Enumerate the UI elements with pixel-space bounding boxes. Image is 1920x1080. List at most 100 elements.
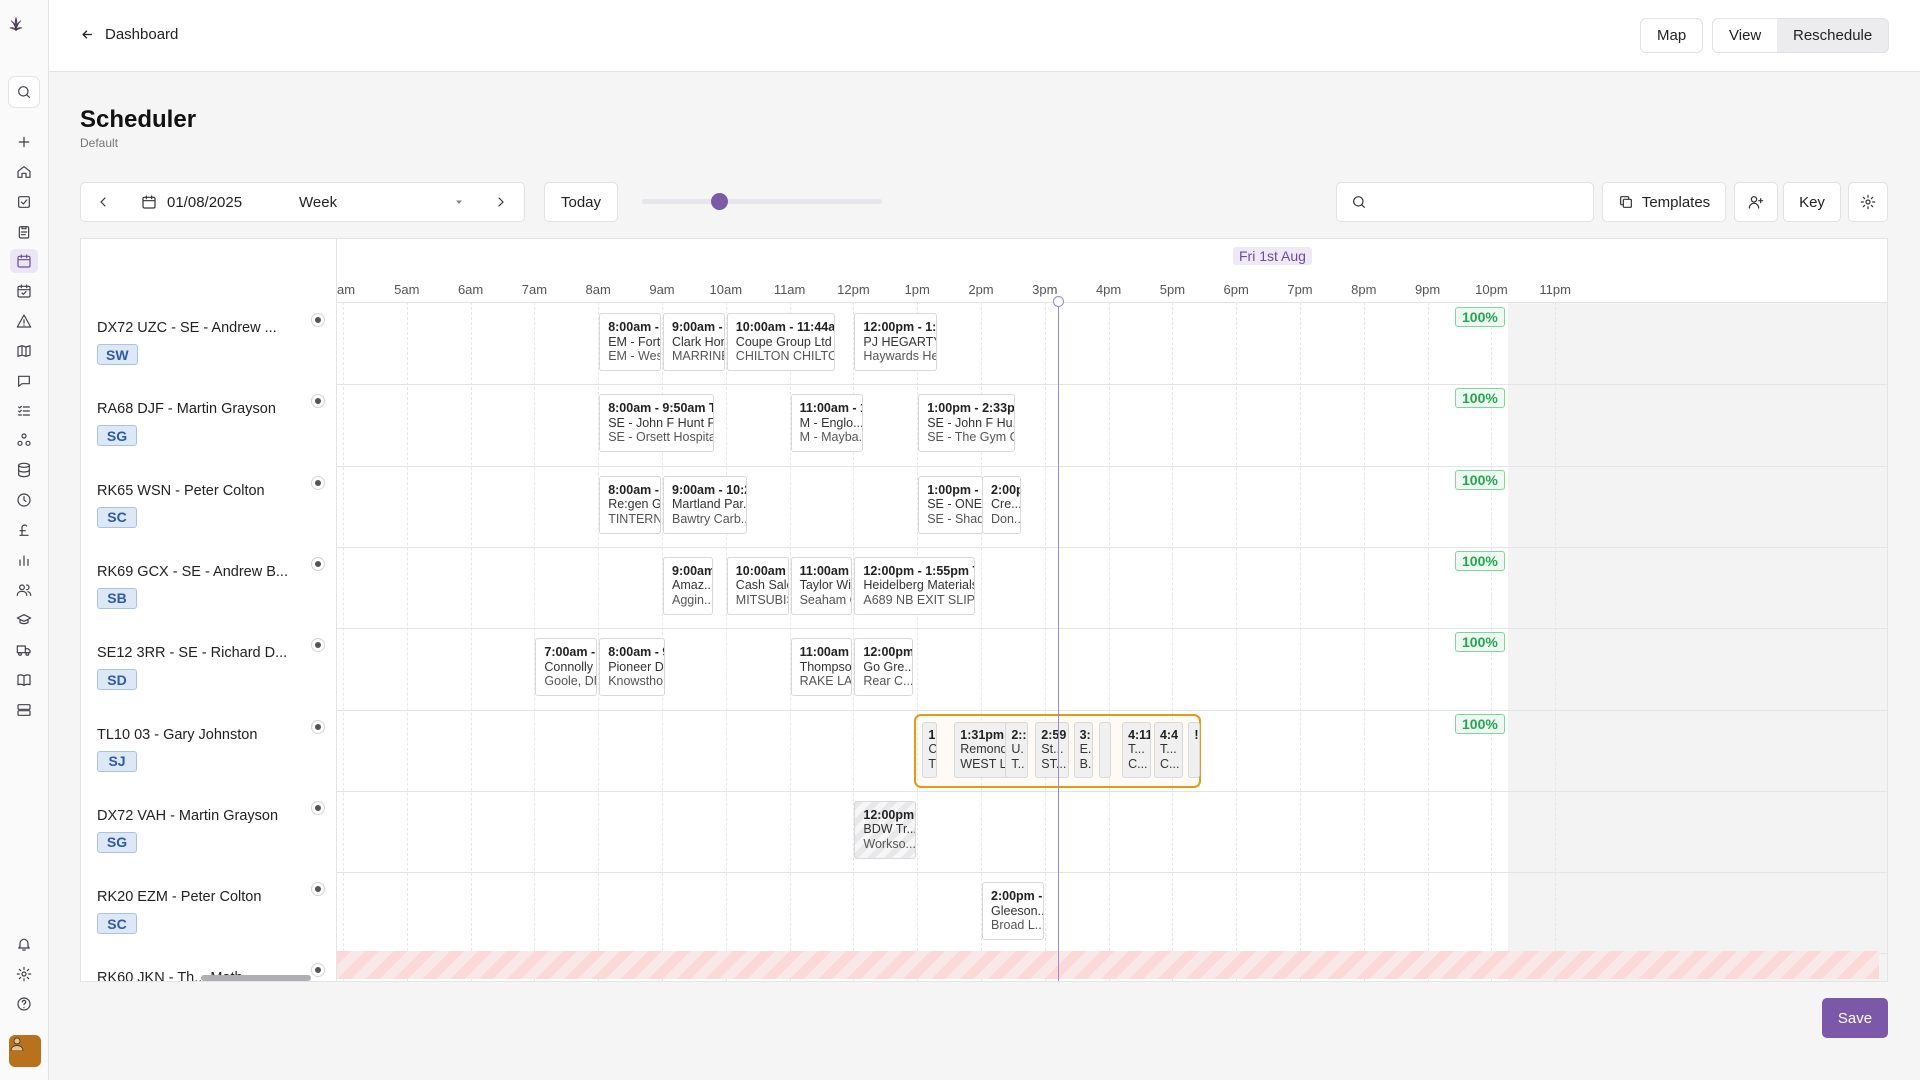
view-button[interactable]: View (1712, 18, 1779, 53)
gear-icon (1860, 194, 1876, 210)
bell-icon[interactable] (10, 932, 38, 956)
job-card[interactable]: 2:59 St... ST... (1035, 721, 1070, 778)
calendar-icon[interactable] (10, 249, 38, 273)
job-card[interactable]: 4:4 T... C... (1153, 721, 1183, 778)
resource-name[interactable]: RK65 WSN - Peter Colton (97, 483, 265, 499)
job-card[interactable]: 10:00am - 11Cash Sale ...MITSUBIS... (726, 556, 789, 615)
graduation-icon[interactable] (10, 608, 38, 632)
resource-name[interactable]: RK69 GCX - SE - Andrew B... (97, 564, 288, 580)
job-card[interactable]: ! (1188, 721, 1201, 778)
job-card[interactable]: 12:00pm - BDW Tr... Workso... (854, 800, 917, 859)
resource-name[interactable]: DX72 VAH - Martin Grayson (97, 808, 278, 824)
chat-icon[interactable] (10, 369, 38, 393)
job-line-l2: PJ HEGARTY... (863, 334, 936, 349)
job-line-l2: EM - Fortica (608, 334, 661, 349)
zoom-slider[interactable] (642, 199, 882, 204)
calendar-check-icon[interactable] (10, 279, 38, 303)
zoom-slider-handle[interactable] (710, 193, 728, 210)
users-icon[interactable] (10, 578, 38, 602)
map-button[interactable]: Map (1640, 18, 1704, 53)
home-icon[interactable] (10, 160, 38, 184)
help-icon[interactable] (10, 992, 38, 1016)
server-icon[interactable] (10, 698, 38, 722)
brand-logo-icon[interactable] (8, 16, 40, 56)
reschedule-button[interactable]: Reschedule (1777, 18, 1890, 53)
job-line-l2: Pioneer D... (608, 659, 664, 674)
job-card[interactable]: 10:00am - 11:44amCoupe Group Ltd -...CHI… (726, 313, 836, 371)
resource-status-dot-icon[interactable] (311, 313, 325, 327)
resource-status-dot-icon[interactable] (311, 475, 325, 490)
tasks-icon[interactable] (10, 190, 38, 214)
database-icon[interactable] (10, 458, 38, 482)
network-icon[interactable] (10, 428, 38, 452)
map-icon[interactable] (10, 339, 38, 363)
job-card[interactable]: 1:00pm - 2:33pmSE - John F Hu...SE - The… (918, 394, 1016, 453)
add-icon[interactable] (10, 130, 38, 154)
resource-initials-badge: SG (97, 425, 137, 447)
user-avatar[interactable] (9, 1035, 41, 1067)
job-line-l1: 8:00am - 9: (608, 645, 664, 660)
today-button[interactable]: Today (544, 182, 618, 222)
assign-user-button[interactable] (1734, 182, 1778, 222)
clipboard-icon[interactable] (10, 220, 38, 244)
job-card[interactable]: 9:00am Amaz... Aggin... (663, 556, 714, 615)
hour-label: 8pm (1351, 282, 1377, 297)
search-field[interactable] (1336, 182, 1594, 222)
job-card[interactable]: 12:00pm Go Gre... Rear C... (854, 638, 913, 697)
resource-name[interactable]: RK20 EZM - Peter Colton (97, 889, 261, 905)
job-line-l3: Workso... (863, 836, 916, 851)
job-line-l1: 10:00am - 11 (735, 563, 788, 578)
settings-button[interactable] (1848, 182, 1888, 222)
scheduler-grid[interactable]: Fri 1st Aug am 5am 6am 7am 8am 9am 10am 11am 12p… (80, 238, 1888, 982)
job-card[interactable]: 8:00am - 9:Pioneer D...Knowstho... (599, 638, 665, 697)
key-button[interactable]: Key (1783, 182, 1841, 222)
resource-name[interactable]: DX72 UZC - SE - Andrew ... (97, 320, 277, 336)
job-card[interactable]: 8:00am - 9:Re:gen GrouTINTERN RO (599, 475, 661, 534)
global-search-button[interactable] (8, 76, 40, 108)
job-card[interactable]: 11:00am - 12Taylor Wi...Seaham C... (790, 556, 853, 615)
job-card[interactable]: 9:00am - 10:21Martland Par...Bawtry Carb… (663, 475, 748, 534)
job-card[interactable]: 7:00am - 8:Connolly BroGoole, DN14 (535, 638, 598, 697)
resource-name[interactable]: SE12 3RR - SE - Richard D... (97, 645, 287, 661)
job-card[interactable]: 2:: U. T.. (1005, 721, 1028, 778)
job-card[interactable]: 11:00am - 12M - Englo...M - Mayba... (790, 394, 864, 453)
prev-period-button[interactable] (80, 182, 126, 222)
job-card[interactable]: 12:00pm - 1:55pm TasHeidelberg Materials… (854, 556, 975, 615)
resource-status-dot-icon[interactable] (311, 882, 325, 897)
resource-status-dot-icon[interactable] (311, 556, 325, 571)
templates-button[interactable]: Templates (1602, 182, 1726, 222)
range-select[interactable]: Week (286, 182, 478, 222)
job-line-l1: 12:00pm - (863, 807, 917, 822)
resource-name[interactable]: RA68 DJF - Martin Grayson (97, 401, 276, 417)
job-card[interactable]: 8:00am - 9:50am Ta:SE - John F Hunt P...… (599, 394, 714, 453)
next-period-button[interactable] (477, 182, 525, 222)
job-card[interactable]: 12:00pm - 1:21pPJ HEGARTY...Haywards He.… (854, 313, 938, 371)
job-card[interactable]: 11:00am - 1:Thompso...RAKE LA... (790, 638, 853, 697)
save-button[interactable]: Save (1822, 998, 1888, 1038)
list-check-icon[interactable] (10, 399, 38, 423)
resource-name[interactable]: TL10 03 - Gary Johnston (97, 727, 257, 743)
job-card[interactable]: 3: E. B. (1073, 721, 1093, 778)
horizontal-scrollbar[interactable] (201, 975, 311, 981)
job-card[interactable]: 2:00p Cre... Don... (982, 475, 1022, 534)
job-card[interactable] (1099, 721, 1112, 778)
pound-icon[interactable] (10, 518, 38, 542)
book-icon[interactable] (10, 668, 38, 692)
job-card[interactable]: 2:00pm - :Gleeson...Broad L... (982, 882, 1044, 941)
job-card[interactable]: 1CT (922, 721, 937, 778)
truck-icon[interactable] (10, 638, 38, 662)
job-card[interactable]: 8:00am - 9:EM - ForticaEM - West A (599, 313, 661, 371)
date-picker[interactable]: 01/08/2025 (125, 182, 287, 222)
job-line-l1: 9:00am - 10 (672, 320, 724, 334)
job-card[interactable]: 1:00pm - 2:0SE - ONE...SE - Shad... (918, 475, 984, 534)
back-to-dashboard-link[interactable]: Dashboard (80, 26, 178, 43)
job-card[interactable]: 4:11 T... C... (1122, 721, 1151, 778)
resource-status-dot-icon[interactable] (311, 719, 325, 734)
warning-icon[interactable] (10, 309, 38, 333)
resource-status-dot-icon[interactable] (311, 800, 325, 815)
user-plus-icon (1748, 196, 1764, 209)
gear-icon[interactable] (10, 962, 38, 986)
clock-icon[interactable] (10, 488, 38, 512)
job-card[interactable]: 9:00am - 10Clark HomeMARRINERS (663, 313, 725, 371)
bar-chart-icon[interactable] (10, 548, 38, 572)
